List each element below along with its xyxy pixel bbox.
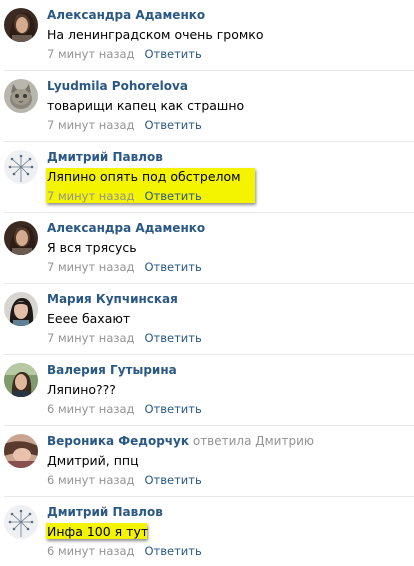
author-name[interactable]: Lyudmila Pohorelova <box>47 79 188 93</box>
comment-text: На ленинградском очень громко <box>47 27 264 42</box>
author-line: Lyudmila Pohorelova <box>47 78 188 94</box>
author-line: Валерия Гутырина <box>47 362 177 378</box>
comment-item: Александра Адаменко Я вся трясусь 7 мину… <box>0 213 414 284</box>
comment-meta: 6 минут назад Ответить <box>47 472 202 488</box>
reply-button[interactable]: Ответить <box>144 260 201 274</box>
reply-to-note[interactable]: ответила Дмитрию <box>193 434 314 448</box>
reply-button[interactable]: Ответить <box>144 47 201 61</box>
comment-feed: Александра Адаменко На ленинградском оче… <box>0 0 414 566</box>
author-line: Дмитрий Павлов <box>47 504 163 520</box>
author-name[interactable]: Валерия Гутырина <box>47 363 177 377</box>
comment-meta: 7 минут назад Ответить <box>47 330 202 346</box>
author-name[interactable]: Вероника Федорчук <box>47 434 189 448</box>
reply-button[interactable]: Ответить <box>144 189 201 203</box>
comment-time[interactable]: 6 минут назад <box>47 402 134 416</box>
reply-button[interactable]: Ответить <box>144 402 201 416</box>
author-name[interactable]: Дмитрий Павлов <box>47 505 163 519</box>
author-line: Вероника Федорчук ответила Дмитрию <box>47 433 314 449</box>
avatar-dandelion-icon[interactable] <box>4 505 38 539</box>
comment-time[interactable]: 6 минут назад <box>47 544 134 558</box>
avatar-cat-icon[interactable] <box>4 79 38 113</box>
reply-button[interactable]: Ответить <box>144 544 201 558</box>
comment-item: Lyudmila Pohorelova товарищи капец как с… <box>0 71 414 142</box>
avatar-woman-lying-icon[interactable] <box>4 434 38 468</box>
comment-text: Дмитрий, ппц <box>47 453 139 468</box>
author-name[interactable]: Мария Купчинская <box>47 292 178 306</box>
avatar-girl-outdoor-icon[interactable] <box>4 363 38 397</box>
comment-text: Ееее бахают <box>47 311 131 326</box>
avatar-woman-dark-hair-icon[interactable] <box>4 8 38 42</box>
comment-time[interactable]: 7 минут назад <box>47 331 134 345</box>
comment-meta: 6 минут назад Ответить <box>47 401 202 417</box>
author-line: Мария Купчинская <box>47 291 178 307</box>
reply-button[interactable]: Ответить <box>144 473 201 487</box>
comment-time[interactable]: 7 минут назад <box>47 260 134 274</box>
comment-item: Дмитрий Павлов Инфа 100 я тут 6 минут на… <box>0 497 414 566</box>
comment-text: Я вся трясусь <box>47 240 137 255</box>
comment-item: Валерия Гутырина Ляпино??? 6 минут назад… <box>0 355 414 426</box>
author-name[interactable]: Дмитрий Павлов <box>47 150 163 164</box>
comment-text: Ляпино опять под обстрелом <box>47 169 241 184</box>
avatar-girl-icon[interactable] <box>4 292 38 326</box>
comment-time[interactable]: 7 минут назад <box>47 47 134 61</box>
reply-button[interactable]: Ответить <box>144 118 201 132</box>
comment-text: Ляпино??? <box>47 382 116 397</box>
author-line: Александра Адаменко <box>47 7 205 23</box>
comment-time[interactable]: 6 минут назад <box>47 473 134 487</box>
author-line: Александра Адаменко <box>47 220 205 236</box>
comment-text: Инфа 100 я тут <box>47 524 149 539</box>
comment-meta: 6 минут назад Ответить <box>47 543 202 559</box>
comment-time[interactable]: 7 минут назад <box>47 189 134 203</box>
author-line: Дмитрий Павлов <box>47 149 163 165</box>
comment-meta: 7 минут назад Ответить <box>47 259 202 275</box>
comment-meta: 7 минут назад Ответить <box>47 46 202 62</box>
comment-time[interactable]: 7 минут назад <box>47 118 134 132</box>
author-name[interactable]: Александра Адаменко <box>47 8 205 22</box>
reply-button[interactable]: Ответить <box>144 331 201 345</box>
comment-item: Мария Купчинская Ееее бахают 7 минут наз… <box>0 284 414 355</box>
comment-item: Александра Адаменко На ленинградском оче… <box>0 0 414 71</box>
author-name[interactable]: Александра Адаменко <box>47 221 205 235</box>
avatar-dandelion-icon[interactable] <box>4 150 38 184</box>
comment-text: товарищи капец как страшно <box>47 98 245 113</box>
comment-meta: 7 минут назад Ответить <box>47 117 202 133</box>
comment-item: Вероника Федорчук ответила Дмитрию Дмитр… <box>0 426 414 497</box>
avatar-woman-dark-hair-icon[interactable] <box>4 221 38 255</box>
comment-meta: 7 минут назад Ответить <box>47 188 202 204</box>
comment-item: Дмитрий Павлов Ляпино опять под обстрело… <box>0 142 414 213</box>
